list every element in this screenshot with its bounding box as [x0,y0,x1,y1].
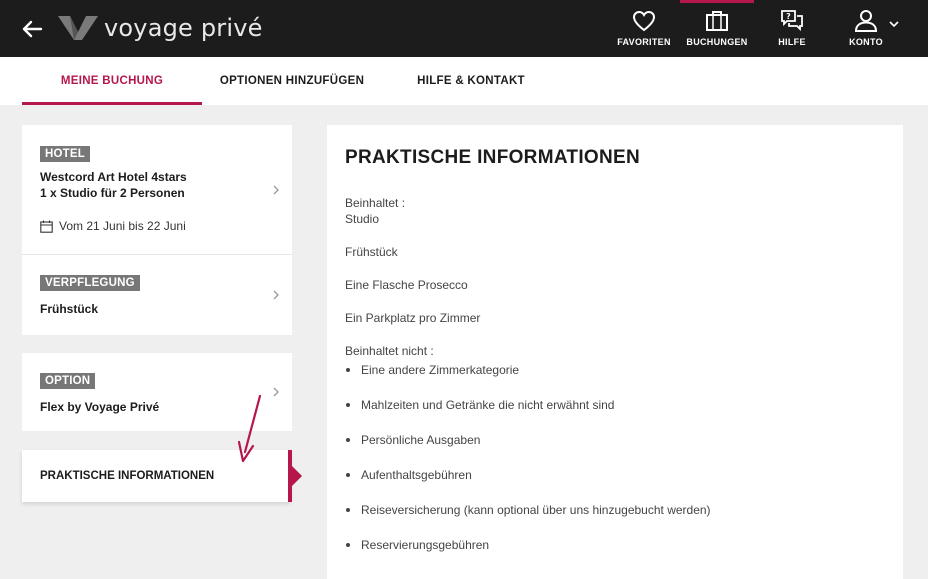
nav-label: HILFE [778,37,806,47]
calendar-icon [40,220,53,233]
chevron-right-icon[interactable] [272,386,280,398]
nav-label: KONTO [849,37,883,47]
tab-meine-buchung[interactable]: MEINE BUCHUNG [22,57,202,105]
nav-buchungen[interactable]: BUCHUNGEN [683,0,751,57]
included-item: Eine Flasche Prosecco [345,278,468,292]
help-chat-icon: ? [781,10,803,32]
user-icon [854,10,878,32]
list-item: Mahlzeiten und Getränke die nicht erwähn… [345,398,614,412]
bullet-icon [346,508,350,512]
bullet-icon [346,403,350,407]
sidebar-item-label: PRAKTISCHE INFORMATIONEN [40,470,215,482]
nav-label: BUCHUNGEN [686,37,748,47]
top-bar: voyage privé FAVORITEN BUCHUNGEN ? HILFE… [0,0,928,57]
hotel-badge: HOTEL [40,146,90,162]
tab-hilfe-kontakt[interactable]: HILFE & KONTAKT [382,57,560,105]
included-item: Frühstück [345,245,398,259]
bullet-icon [346,543,350,547]
nav-label: FAVORITEN [617,37,671,47]
list-item: Reservierungsgebühren [345,538,489,552]
option-badge: OPTION [40,373,96,389]
brand-logo[interactable]: voyage privé [56,14,263,42]
back-arrow-icon[interactable] [20,17,44,41]
nav-hilfe[interactable]: ? HILFE [768,0,816,57]
option-value: Flex by Voyage Privé [40,400,160,414]
board-badge: VERPFLEGUNG [40,275,140,291]
hotel-room: 1 x Studio für 2 Personen [40,186,185,200]
card-divider [22,254,292,255]
booking-summary-card: HOTEL Westcord Art Hotel 4stars 1 x Stud… [22,125,292,335]
heart-icon [632,10,656,32]
annotation-arrow-icon [237,394,262,463]
suitcase-icon [706,11,728,31]
hotel-dates-text: Vom 21 Juni bis 22 Juni [59,219,186,233]
nav-konto[interactable]: KONTO [842,0,890,57]
board-value: Frühstück [40,302,99,316]
included-label: Beinhaltet : [345,196,406,210]
list-item: Reiseversicherung (kann optional über un… [345,503,711,517]
not-included-list: Eine andere Zimmerkategorie Mahlzeiten u… [345,359,885,579]
bullet-icon [346,473,350,477]
list-item: Aufenthaltsgebühren [345,468,472,482]
bullet-icon [346,368,350,372]
chevron-right-icon[interactable] [272,289,280,301]
svg-text:?: ? [786,12,791,21]
hotel-name: Westcord Art Hotel 4stars [40,170,187,184]
voyage-prive-logo-icon [58,16,98,40]
included-item: Studio [345,212,380,226]
tab-optionen-hinzufuegen[interactable]: OPTIONEN HINZUFÜGEN [202,57,382,105]
included-item: Ein Parkplatz pro Zimmer [345,311,481,325]
practical-info-panel: PRAKTISCHE INFORMATIONEN Beinhaltet : St… [327,125,903,579]
chevron-right-icon[interactable] [272,184,280,196]
page-title: PRAKTISCHE INFORMATIONEN [345,147,641,168]
list-item: Eine andere Zimmerkategorie [345,363,519,377]
hotel-section[interactable]: HOTEL Westcord Art Hotel 4stars 1 x Stud… [40,144,187,233]
list-item: Persönliche Ausgaben [345,433,480,447]
brand-name: voyage privé [104,14,263,42]
nav-favoriten[interactable]: FAVORITEN [614,0,674,57]
bullet-icon [346,438,350,442]
hotel-dates: Vom 21 Juni bis 22 Juni [40,219,187,233]
not-included-label: Beinhaltet nicht : [345,344,434,358]
chevron-down-icon[interactable] [888,18,900,30]
active-item-pointer [292,466,302,486]
tab-bar: MEINE BUCHUNG OPTIONEN HINZUFÜGEN HILFE … [0,57,928,105]
board-section[interactable]: VERPFLEGUNG Frühstück [40,273,140,317]
